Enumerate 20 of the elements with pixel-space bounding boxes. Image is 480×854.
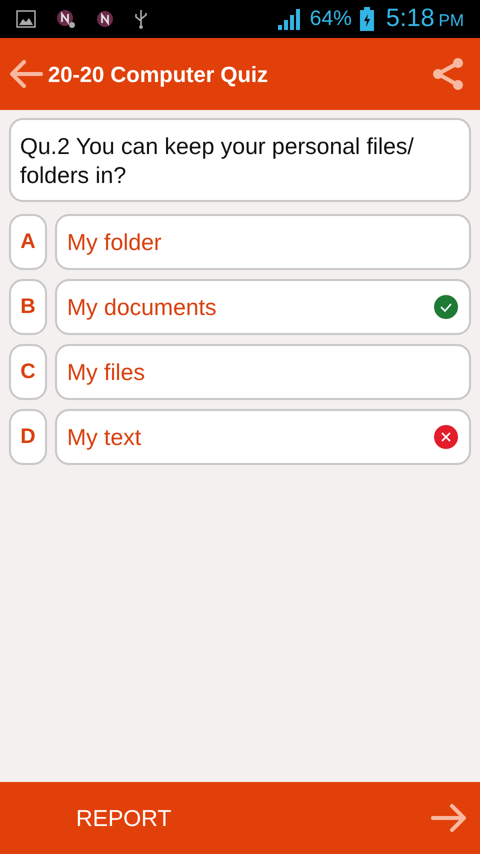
answer-option[interactable]: My documents — [55, 279, 471, 335]
app-title: 20-20 Computer Quiz — [48, 60, 268, 89]
option-letter: A — [9, 214, 47, 270]
option-letter: B — [9, 279, 47, 335]
image-icon — [16, 10, 36, 28]
signal-icon — [276, 8, 302, 30]
question-text: Qu.2 You can keep your personal files/ folders in? — [9, 118, 471, 202]
option-letter: D — [9, 409, 47, 465]
answer-option[interactable]: My text — [55, 409, 471, 465]
notification-icon — [56, 9, 76, 29]
battery-charging-icon — [360, 7, 374, 31]
option-letter: C — [9, 344, 47, 400]
battery-percent: 64% — [310, 6, 352, 32]
usb-icon — [134, 9, 148, 29]
clock-period: PM — [438, 10, 464, 32]
report-button[interactable]: REPORT — [76, 800, 172, 836]
answer-option[interactable]: My files — [55, 344, 471, 400]
clock-time: 5:18 — [386, 3, 434, 34]
answer-option[interactable]: My folder — [55, 214, 471, 270]
notification-icon — [96, 10, 114, 28]
